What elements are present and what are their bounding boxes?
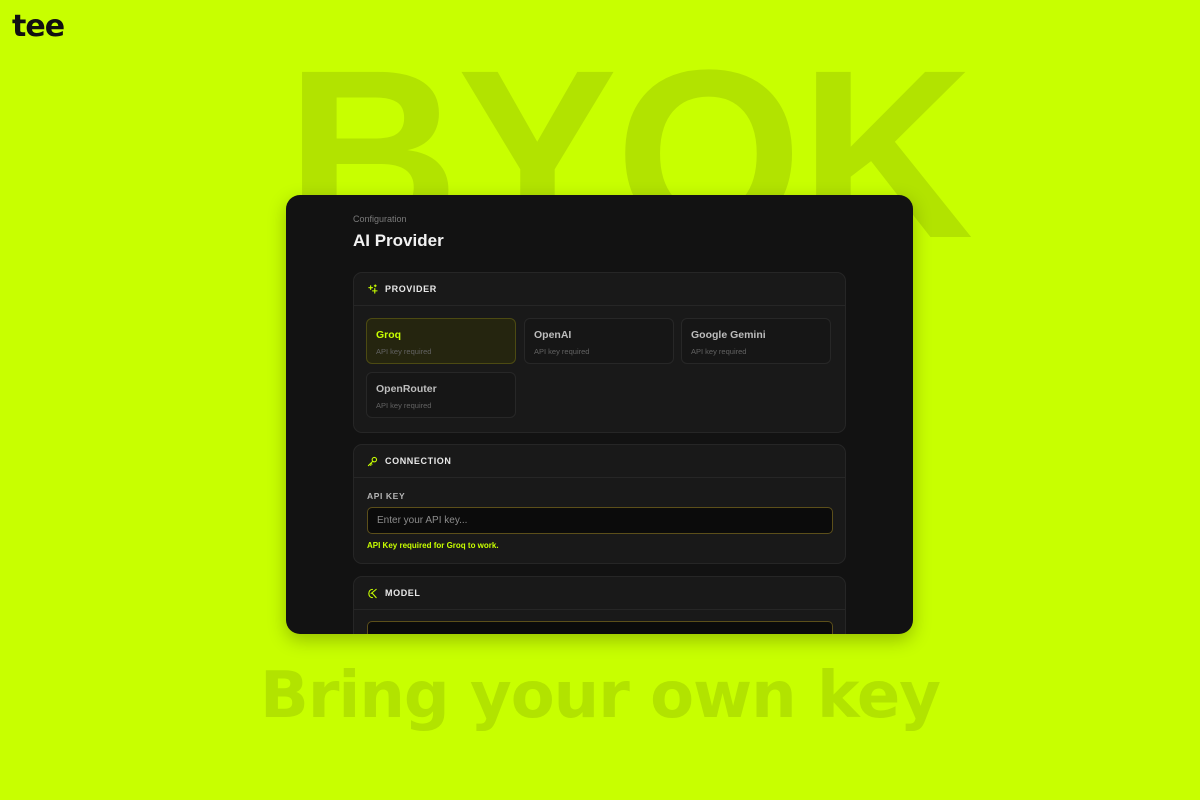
model-card-header: MODEL <box>354 577 845 610</box>
connection-section-label: CONNECTION <box>385 456 452 466</box>
model-section-label: MODEL <box>385 588 421 598</box>
provider-requirement: API key required <box>376 401 432 410</box>
provider-option-google-gemini[interactable]: Google Gemini API key required <box>681 318 831 364</box>
connection-card: CONNECTION API KEY API Key required for … <box>353 444 846 564</box>
key-icon <box>367 456 378 467</box>
provider-card: PROVIDER Groq API key required OpenAI AP… <box>353 272 846 433</box>
tee-logo: tee <box>12 9 65 44</box>
model-card: MODEL <box>353 576 846 634</box>
provider-option-groq[interactable]: Groq API key required <box>366 318 516 364</box>
connection-card-header: CONNECTION <box>354 445 845 478</box>
api-key-input[interactable] <box>367 507 833 534</box>
provider-name: Google Gemini <box>691 329 766 341</box>
breadcrumb: Configuration <box>353 214 407 224</box>
provider-option-openrouter[interactable]: OpenRouter API key required <box>366 372 516 418</box>
provider-option-openai[interactable]: OpenAI API key required <box>524 318 674 364</box>
config-window: Configuration AI Provider PROVIDER Groq … <box>286 195 913 634</box>
provider-requirement: API key required <box>534 347 590 356</box>
provider-name: OpenAI <box>534 329 572 341</box>
sparkles-icon <box>367 283 378 295</box>
provider-options: Groq API key required OpenAI API key req… <box>354 306 845 432</box>
provider-requirement: API key required <box>376 347 432 356</box>
api-key-hint: API Key required for Groq to work. <box>367 541 499 550</box>
provider-card-header: PROVIDER <box>354 273 845 306</box>
cpu-icon <box>367 588 378 599</box>
provider-requirement: API key required <box>691 347 747 356</box>
provider-name: OpenRouter <box>376 383 437 395</box>
model-select[interactable] <box>367 621 833 634</box>
provider-section-label: PROVIDER <box>385 284 437 294</box>
provider-name: Groq <box>376 329 402 341</box>
tagline: Bring your own key <box>260 659 941 733</box>
page-title: AI Provider <box>353 231 444 250</box>
api-key-label: API KEY <box>367 491 406 501</box>
